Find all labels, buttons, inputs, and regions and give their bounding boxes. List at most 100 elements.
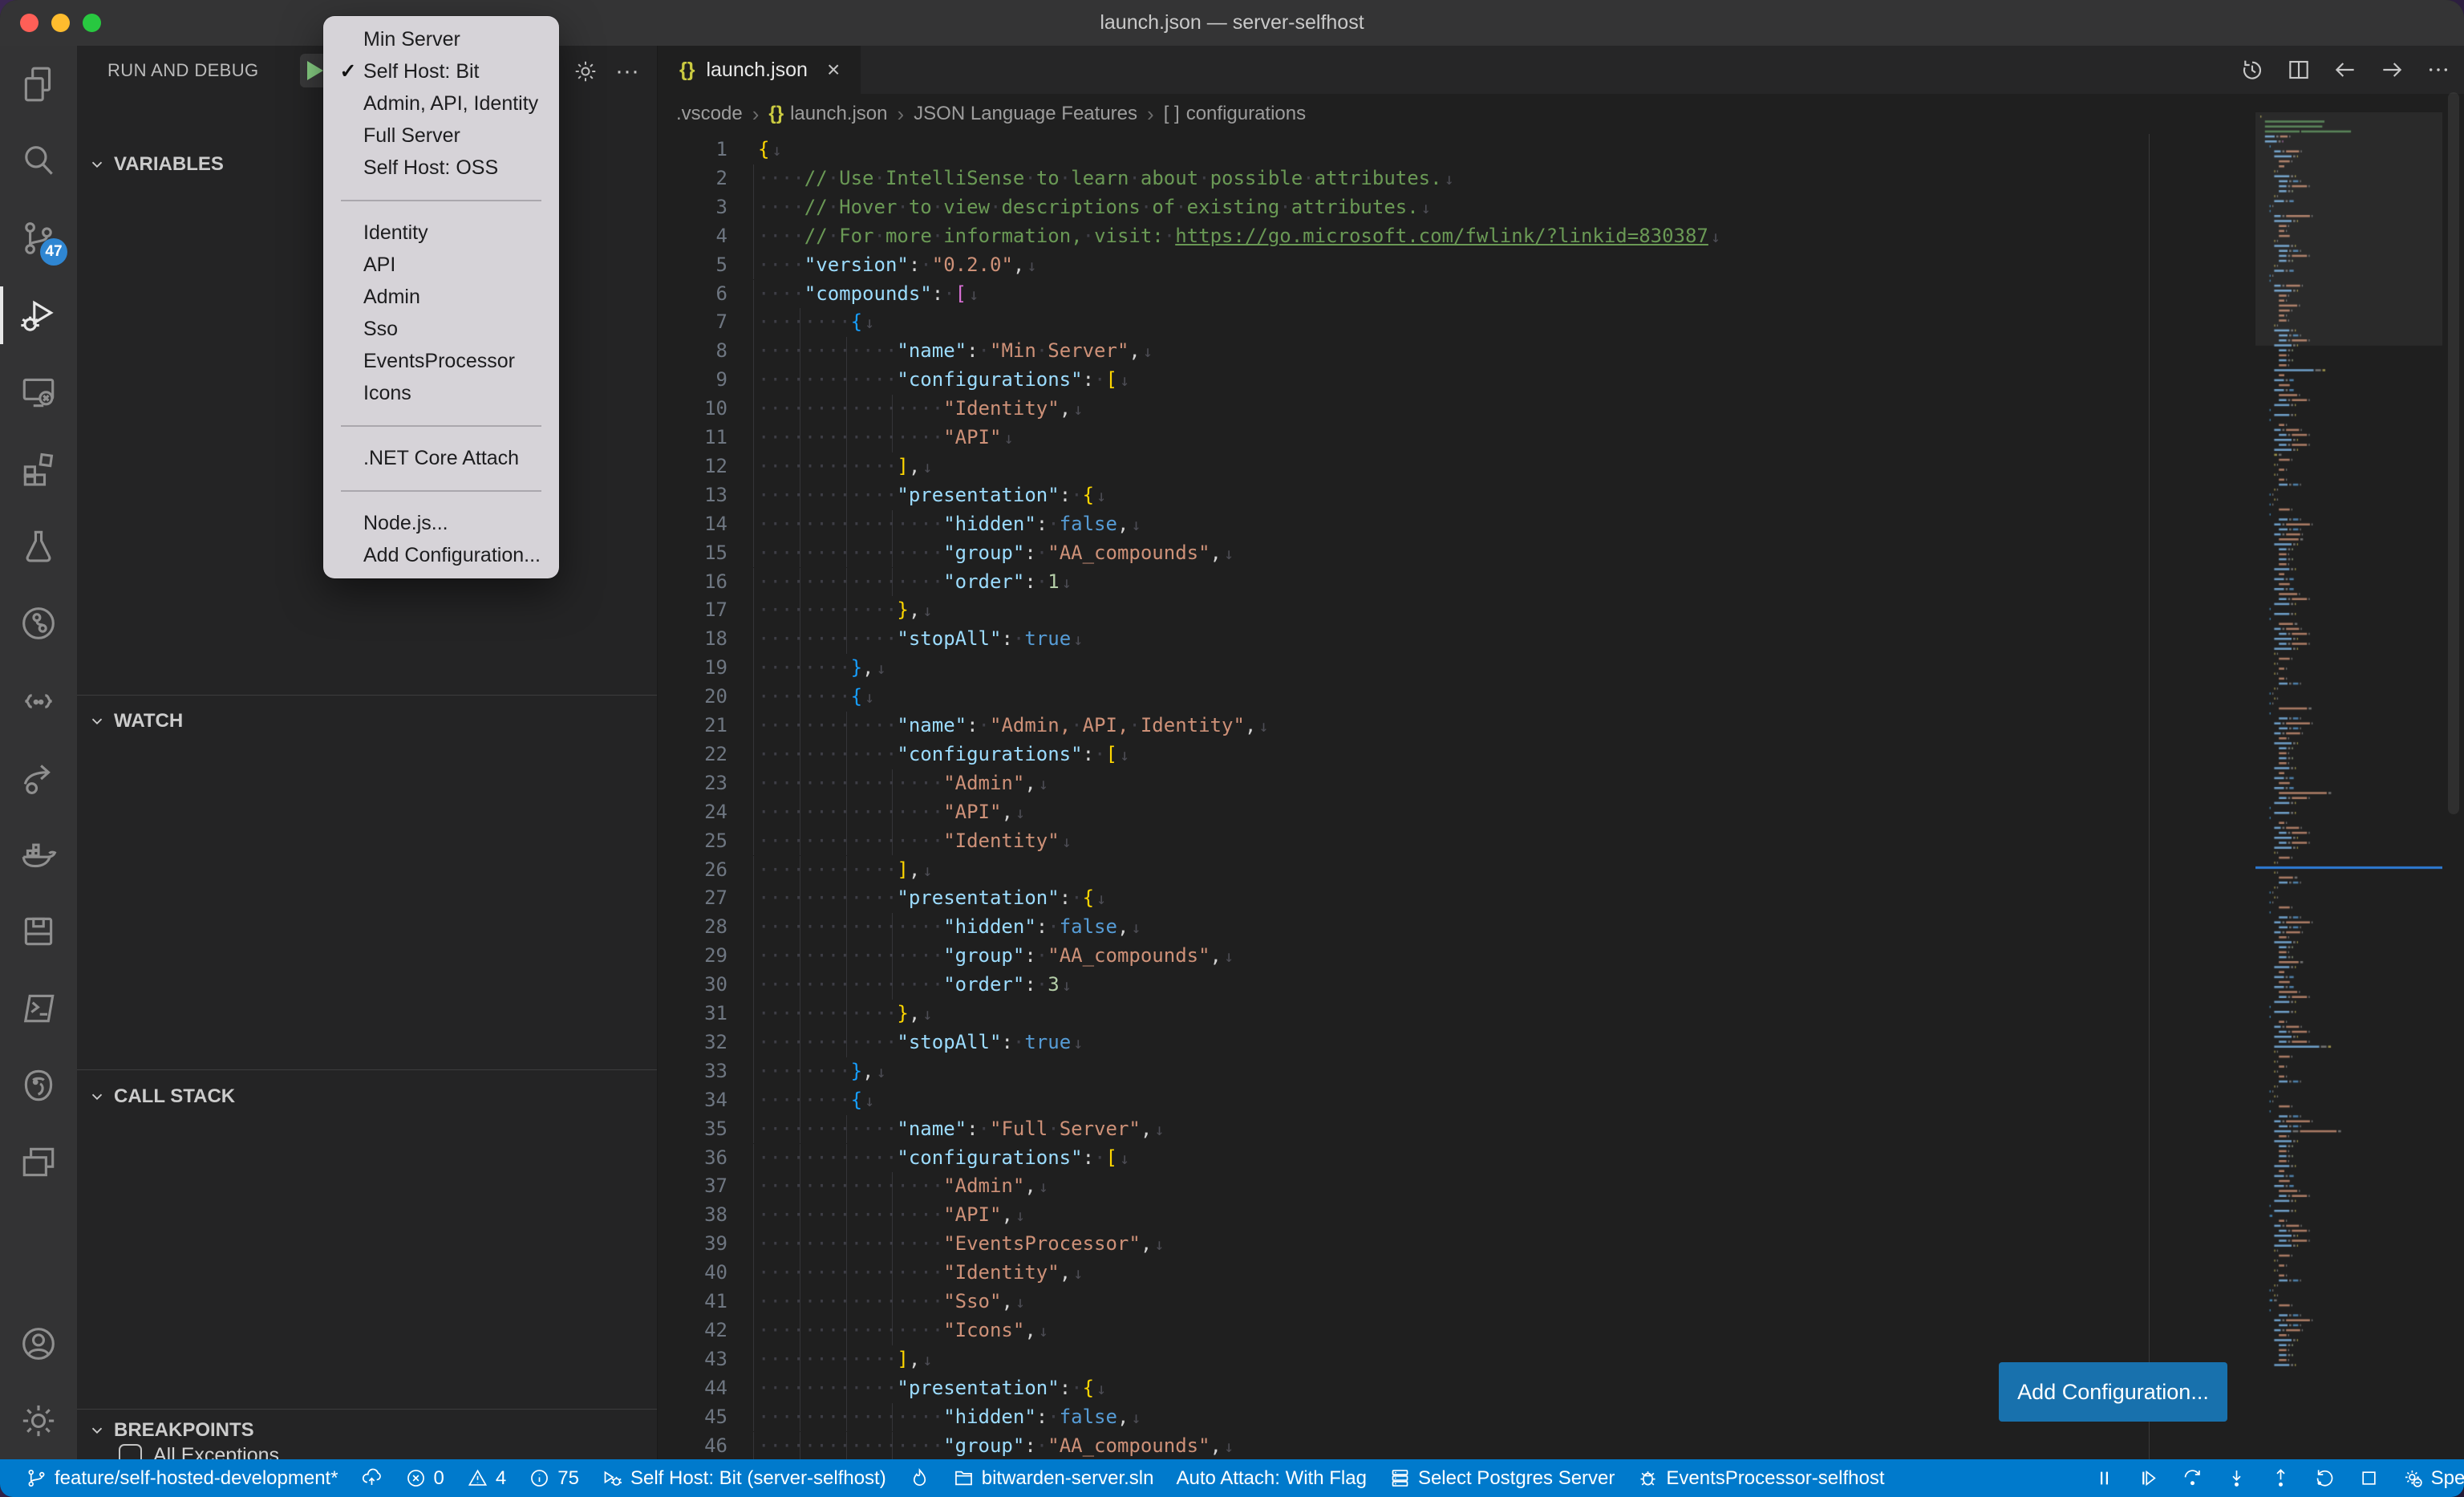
status-pause-icon[interactable]	[2082, 1459, 2126, 1497]
code-line[interactable]: 46················"group":·"AA_compounds…	[659, 1432, 2278, 1460]
code-line[interactable]: 13············"presentation":·{↓	[659, 481, 2278, 510]
breadcrumb-item[interactable]: JSON Language Features	[914, 103, 1137, 125]
status-gear-badge-icon[interactable]: Spell	[2391, 1459, 2464, 1497]
code-line[interactable]: 11················"API"↓	[659, 424, 2278, 452]
status-flame-icon[interactable]	[898, 1459, 942, 1497]
code-line[interactable]: 14················"hidden":·false,↓	[659, 510, 2278, 539]
code-line[interactable]: 10················"Identity",↓	[659, 395, 2278, 424]
status-restart-icon[interactable]	[2303, 1459, 2347, 1497]
menu-item-admin-api-identity[interactable]: Admin, API, Identity	[323, 87, 559, 120]
status-server-icon[interactable]: Select Postgres Server	[1378, 1459, 1626, 1497]
code-line[interactable]: 29················"group":·"AA_compounds…	[659, 942, 2278, 971]
code-line[interactable]: 5····"version":·"0.2.0",↓	[659, 251, 2278, 280]
search-icon[interactable]	[0, 123, 77, 200]
status-stop-icon[interactable]	[2347, 1459, 2391, 1497]
code-line[interactable]: 30················"order":·3↓	[659, 971, 2278, 1000]
menu-item-eventsprocessor[interactable]: EventsProcessor	[323, 345, 559, 377]
code-line[interactable]: 21············"name":·"Admin,·API,·Ident…	[659, 712, 2278, 740]
code-line[interactable]: 18············"stopAll":·true↓	[659, 625, 2278, 654]
close-tab-icon[interactable]: ×	[827, 57, 840, 83]
menu-item-icons[interactable]: Icons	[323, 377, 559, 409]
status-error-icon[interactable]: 0	[394, 1459, 456, 1497]
debug-settings-gear-icon[interactable]	[571, 57, 600, 86]
breadcrumb-item[interactable]: .vscode	[676, 103, 743, 125]
status-continue-icon[interactable]	[2126, 1459, 2170, 1497]
code-line[interactable]: 12············],↓	[659, 452, 2278, 481]
menu-item-net-core-attach[interactable]: .NET Core Attach	[323, 442, 559, 474]
gitlens-icon[interactable]	[0, 585, 77, 662]
menu-item-api[interactable]: API	[323, 249, 559, 281]
code-line[interactable]: 37················"Admin",↓	[659, 1172, 2278, 1201]
status-branch-icon[interactable]: feature/self-hosted-development*	[14, 1459, 350, 1497]
code-line[interactable]: 38················"API",↓	[659, 1201, 2278, 1230]
menu-item-sso[interactable]: Sso	[323, 313, 559, 345]
settings-icon[interactable]	[0, 1382, 77, 1459]
code-line[interactable]: 19········},↓	[659, 654, 2278, 683]
code-editor[interactable]: 1{↓2····//·Use·IntelliSense·to·learn·abo…	[659, 134, 2278, 1459]
breadcrumb-item[interactable]: [ ]configurations	[1164, 103, 1306, 125]
status-step-into-icon[interactable]	[2215, 1459, 2259, 1497]
code-line[interactable]: 31············},↓	[659, 1000, 2278, 1028]
menu-item-identity[interactable]: Identity	[323, 217, 559, 249]
source-control-icon[interactable]: 47	[0, 200, 77, 277]
explorer-icon[interactable]	[0, 46, 77, 123]
nav-forward-icon[interactable]	[2377, 55, 2406, 84]
section-divider[interactable]	[77, 1409, 657, 1410]
minimap[interactable]	[2255, 112, 2442, 1380]
section-divider[interactable]	[77, 1069, 657, 1070]
more-icon[interactable]	[2424, 55, 2453, 84]
windows-icon[interactable]	[0, 1124, 77, 1201]
menu-item-add-configuration[interactable]: Add Configuration...	[323, 539, 559, 571]
breadcrumb-item[interactable]: {}launch.json	[768, 103, 887, 125]
code-line[interactable]: 41················"Sso",↓	[659, 1288, 2278, 1316]
code-line[interactable]: 24················"API",↓	[659, 798, 2278, 827]
section-watch[interactable]: WATCH	[77, 705, 657, 737]
code-line[interactable]: 8············"name":·"Min·Server",↓	[659, 337, 2278, 366]
menu-item-self-host-bit[interactable]: ✓Self Host: Bit	[323, 55, 559, 87]
code-line[interactable]: 26············],↓	[659, 856, 2278, 885]
views-more-actions-icon[interactable]: ···	[613, 57, 642, 86]
code-line[interactable]: 2····//·Use·IntelliSense·to·learn·about·…	[659, 164, 2278, 193]
status-warning-icon[interactable]: 4	[456, 1459, 517, 1497]
section-divider[interactable]	[77, 695, 657, 696]
code-line[interactable]: 27············"presentation":·{↓	[659, 884, 2278, 913]
menu-item-self-host-oss[interactable]: Self Host: OSS	[323, 152, 559, 184]
add-configuration-button[interactable]: Add Configuration...	[1999, 1362, 2227, 1422]
code-line[interactable]: 34········{↓	[659, 1086, 2278, 1115]
code-line[interactable]: 35············"name":·"Full·Server",↓	[659, 1115, 2278, 1144]
remote-explorer-icon[interactable]	[0, 354, 77, 431]
code-line[interactable]: 15················"group":·"AA_compounds…	[659, 539, 2278, 568]
code-line[interactable]: 22············"configurations":·[↓	[659, 740, 2278, 769]
account-icon[interactable]	[0, 1305, 77, 1382]
live-share-icon[interactable]	[0, 739, 77, 816]
timeline-icon[interactable]	[2238, 55, 2267, 84]
status-auto-attach-with-flag[interactable]: Auto Attach: With Flag	[1165, 1459, 1377, 1497]
code-line[interactable]: 25················"Identity"↓	[659, 827, 2278, 856]
braces-icon[interactable]	[0, 662, 77, 739]
menu-item-node-js[interactable]: Node.js...	[323, 507, 559, 539]
status-info-icon[interactable]: 75	[517, 1459, 590, 1497]
code-line[interactable]: 3····//·Hover·to·view·descriptions·of·ex…	[659, 193, 2278, 222]
extensions-icon[interactable]	[0, 431, 77, 508]
status-step-out-icon[interactable]	[2259, 1459, 2303, 1497]
docker-icon[interactable]	[0, 816, 77, 893]
code-line[interactable]: 28················"hidden":·false,↓	[659, 913, 2278, 942]
section-call-stack[interactable]: CALL STACK	[77, 1081, 657, 1113]
code-line[interactable]: 32············"stopAll":·true↓	[659, 1028, 2278, 1057]
code-line[interactable]: 7········{↓	[659, 308, 2278, 337]
menu-item-min-server[interactable]: Min Server	[323, 23, 559, 55]
code-line[interactable]: 16················"order":·1↓	[659, 568, 2278, 597]
scrollbar[interactable]	[2448, 92, 2459, 814]
storage-icon[interactable]	[0, 893, 77, 970]
run-debug-icon[interactable]	[0, 277, 77, 354]
code-line[interactable]: 42················"Icons",↓	[659, 1316, 2278, 1345]
status-bug-icon[interactable]: EventsProcessor-selfhost	[1626, 1459, 1895, 1497]
code-line[interactable]: 39················"EventsProcessor",↓	[659, 1230, 2278, 1259]
split-editor-icon[interactable]	[2284, 55, 2313, 84]
postgres-icon[interactable]	[0, 1047, 77, 1124]
code-line[interactable]: 33········},↓	[659, 1057, 2278, 1086]
terminal-icon[interactable]	[0, 970, 77, 1047]
code-line[interactable]: 1{↓	[659, 136, 2278, 164]
testing-icon[interactable]	[0, 508, 77, 585]
menu-item-admin[interactable]: Admin	[323, 281, 559, 313]
